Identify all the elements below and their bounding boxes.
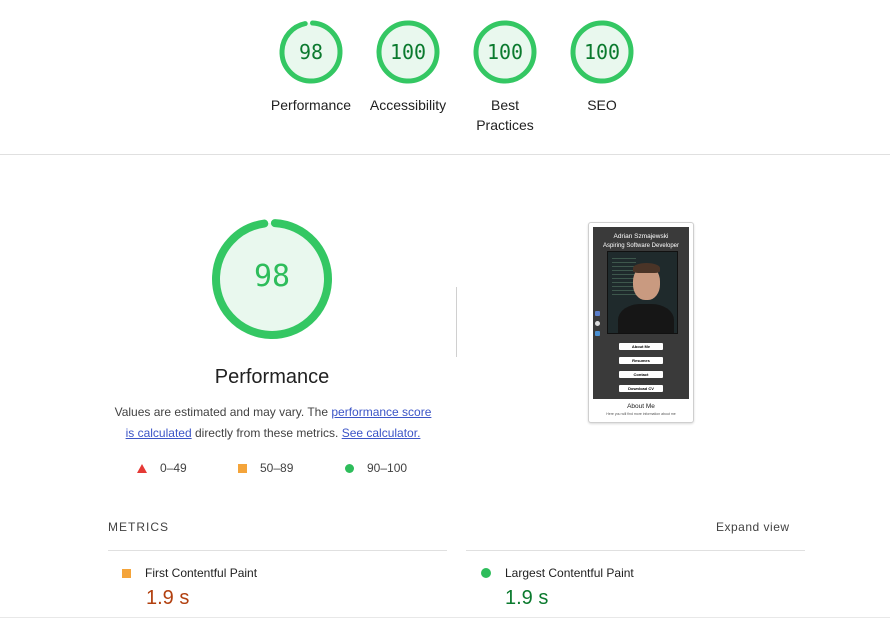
screenshot-hero: Adrian Szmajewski Aspiring Software Deve… (593, 227, 689, 399)
gauge-score: 100 (389, 40, 427, 64)
vertical-divider (456, 287, 457, 357)
gauge-score: 98 (298, 40, 324, 64)
metric-value: 1.9 s (505, 587, 549, 609)
legend-fail: 0–49 (137, 459, 187, 477)
mail-icon (595, 331, 600, 336)
see-calculator-link[interactable]: See calculator. (342, 426, 421, 440)
performance-gauge: 98 (211, 218, 333, 340)
screenshot-about-text: Here you will find more information abou… (606, 412, 676, 416)
linkedin-icon (595, 311, 600, 316)
square-icon (238, 463, 247, 473)
profile-photo (607, 251, 678, 334)
screenshot-button: Download CV (619, 385, 663, 392)
screenshot-button: About Me (619, 343, 663, 350)
category-gauges: 98 Performance 100 Accessibility 100 Bes… (0, 0, 890, 155)
screenshot-about: About Me Here you will find more informa… (593, 401, 689, 422)
expand-view-toggle[interactable]: Expand view (716, 520, 790, 534)
gauge-score: 100 (583, 40, 621, 64)
gauge-label: Best Practices (476, 97, 534, 133)
screenshot-button: Resumes (619, 357, 663, 364)
legend-fail-label: 0–49 (160, 461, 187, 475)
gauge-ring: 98 (278, 19, 344, 85)
metric-name: Largest Contentful Paint (505, 566, 634, 580)
circle-icon (345, 463, 354, 473)
metrics-divider (466, 550, 805, 551)
screenshot-about-title: About Me (627, 403, 655, 410)
gauge-label: SEO (587, 97, 617, 113)
description-text: directly from these metrics. (191, 426, 342, 440)
metric-name: First Contentful Paint (145, 566, 258, 580)
github-icon (595, 321, 600, 326)
screenshot-role: Aspiring Software Developer (602, 243, 680, 249)
performance-description: Values are estimated and may vary. The p… (112, 402, 434, 444)
metrics-divider (108, 550, 447, 551)
gauge-ring: 100 (472, 19, 538, 85)
gauge-score: 100 (486, 40, 524, 64)
header-divider (0, 154, 890, 155)
screenshot-name: Adrian Szmajewski (613, 233, 669, 240)
legend-pass: 90–100 (345, 459, 407, 477)
metric-first-contentful-paint: First Contentful Paint 1.9 s (122, 565, 257, 610)
description-text: Values are estimated and may vary. The (114, 405, 332, 419)
score-legend: 0–49 50–89 90–100 (0, 459, 890, 477)
gauge-seo[interactable]: 100 SEO (542, 19, 662, 115)
square-icon (122, 568, 131, 578)
metric-largest-contentful-paint: Largest Contentful Paint 1.9 s (481, 565, 634, 610)
gauge-ring: 100 (375, 19, 441, 85)
legend-average: 50–89 (238, 459, 293, 477)
performance-title: Performance (214, 366, 330, 388)
metrics-title: METRICS (108, 520, 169, 534)
triangle-icon (137, 463, 147, 473)
legend-pass-label: 90–100 (367, 461, 408, 475)
gauge-ring: 100 (569, 19, 635, 85)
performance-score: 98 (253, 259, 291, 294)
metric-value: 1.9 s (146, 587, 190, 609)
final-screenshot[interactable]: Adrian Szmajewski Aspiring Software Deve… (588, 222, 694, 423)
legend-average-label: 50–89 (260, 461, 294, 475)
circle-icon (481, 568, 491, 578)
screenshot-button: Contact (619, 371, 663, 378)
